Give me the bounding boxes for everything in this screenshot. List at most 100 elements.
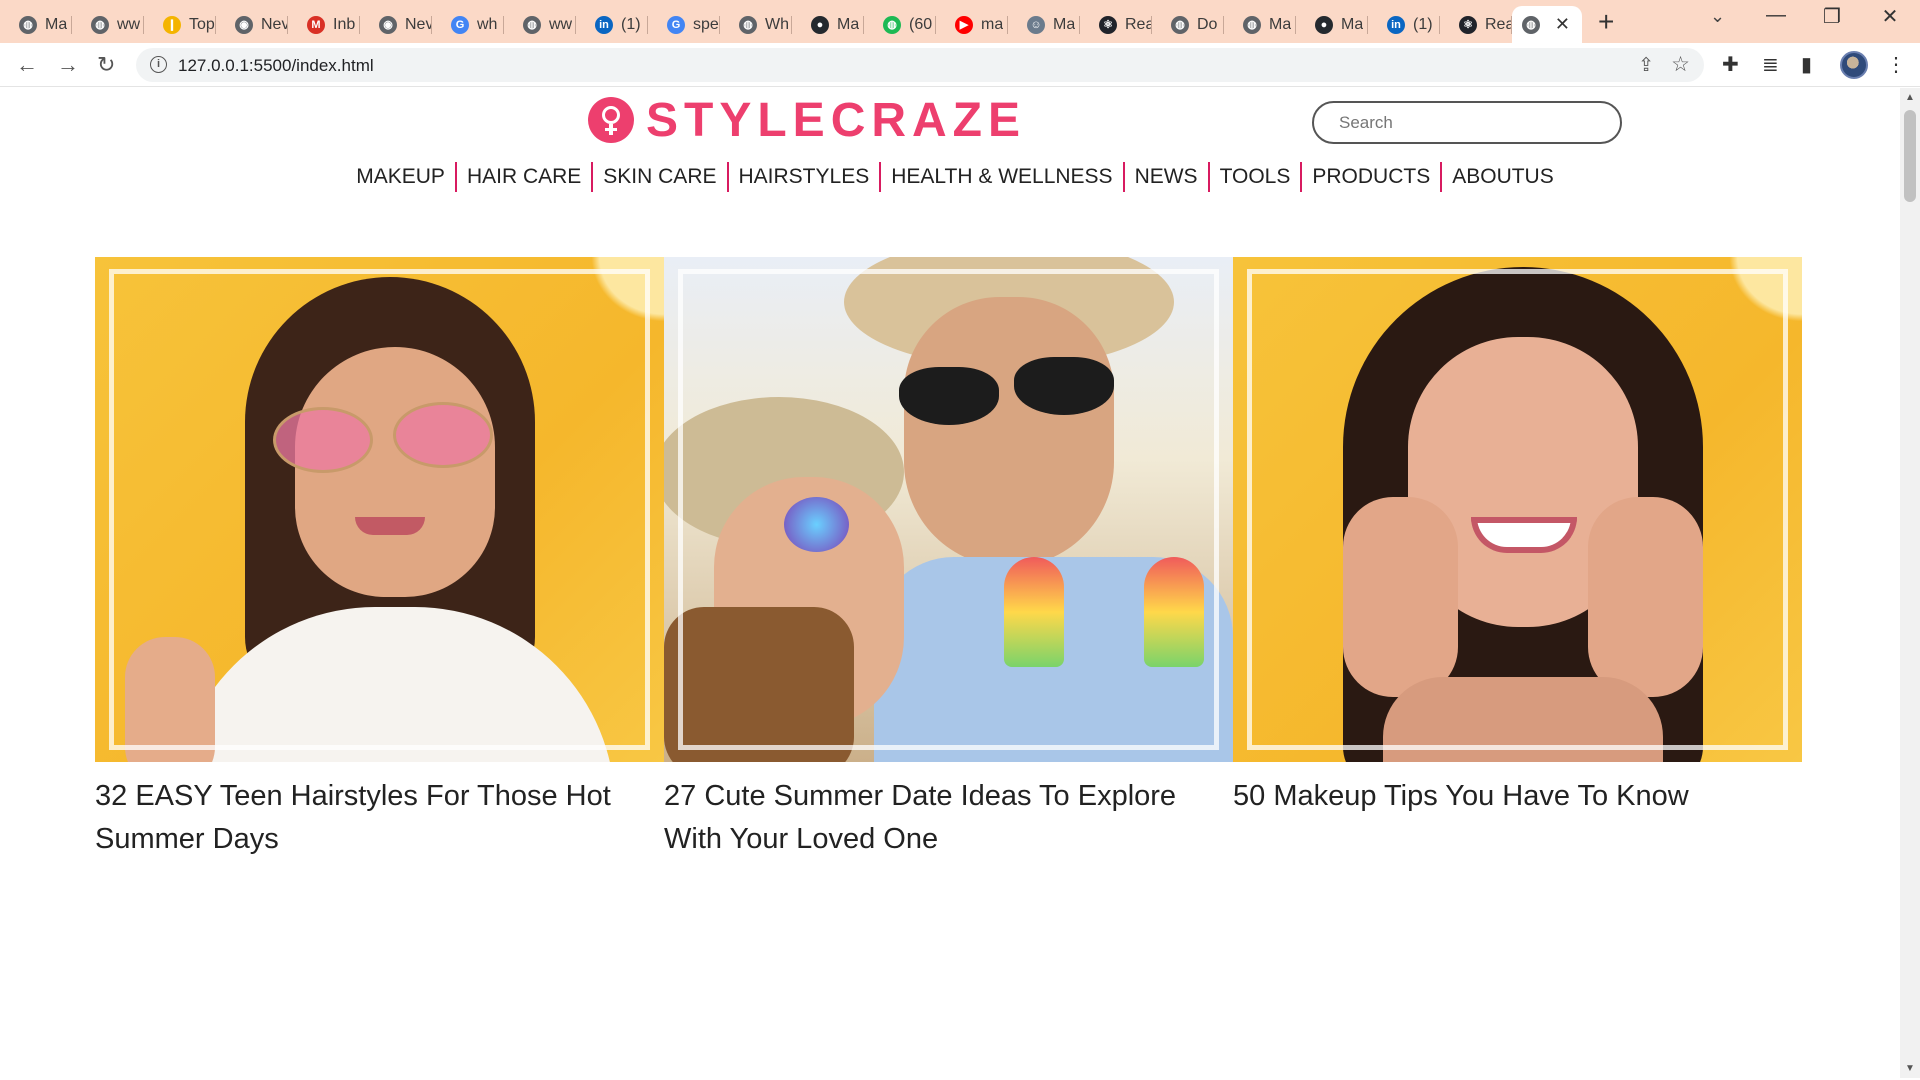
logo-text: STYLECRAZE: [646, 93, 1027, 147]
bookmark-star-icon[interactable]: ☆: [1671, 52, 1690, 77]
browser-tab[interactable]: ◍ Do: [1152, 6, 1224, 43]
article-title[interactable]: 50 Makeup Tips You Have To Know: [1233, 775, 1802, 818]
main-nav: MAKEUP HAIR CARE SKIN CARE HAIRSTYLES HE…: [0, 162, 1900, 192]
extensions-icon[interactable]: ✚: [1722, 52, 1739, 77]
browser-tab[interactable]: in (1): [1368, 6, 1440, 43]
back-button[interactable]: ←: [16, 52, 38, 78]
page-scrollbar[interactable]: ▲ ▼: [1900, 88, 1920, 1078]
browser-tab[interactable]: M Inb: [288, 6, 360, 43]
web-page: STYLECRAZE MAKEUP HAIR CARE SKIN CARE HA…: [0, 88, 1900, 1078]
article-title[interactable]: 27 Cute Summer Date Ideas To Explore Wit…: [664, 775, 1233, 861]
browser-tab[interactable]: ☺ Ma: [1008, 6, 1080, 43]
tab-label: ww: [549, 15, 573, 33]
close-window-button[interactable]: ✕: [1862, 4, 1918, 29]
nav-item-products[interactable]: PRODUCTS: [1300, 162, 1440, 192]
google-icon: G: [667, 15, 685, 34]
nav-item-aboutus[interactable]: ABOUTUS: [1440, 162, 1564, 192]
browser-tab[interactable]: ● Ma: [1296, 6, 1368, 43]
share-icon[interactable]: ⇪: [1638, 54, 1654, 77]
site-logo[interactable]: STYLECRAZE: [588, 93, 1027, 147]
couple-ice-cream-photo[interactable]: [664, 257, 1233, 762]
tab-label: (60: [909, 15, 933, 33]
tab-label: Ma: [1269, 15, 1292, 33]
browser-tab[interactable]: ◉ Nev: [360, 6, 432, 43]
article-card[interactable]: 32 EASY Teen Hairstyles For Those Hot Su…: [95, 257, 664, 861]
browser-tab[interactable]: ❙ Top: [144, 6, 216, 43]
nav-item-health-wellness[interactable]: HEALTH & WELLNESS: [879, 162, 1122, 192]
search-input[interactable]: [1312, 101, 1622, 144]
browser-tab[interactable]: ◍ (60: [864, 6, 936, 43]
site-info-icon[interactable]: i: [150, 56, 167, 73]
nav-item-tools[interactable]: TOOLS: [1207, 162, 1301, 192]
tab-label: (1): [621, 15, 641, 33]
minimize-button[interactable]: —: [1748, 4, 1804, 27]
tab-label: Wh: [765, 15, 789, 33]
reload-button[interactable]: ↻: [97, 52, 115, 78]
tab-label: (1): [1413, 15, 1433, 33]
linkedin-icon: in: [1387, 15, 1405, 34]
browser-tab[interactable]: ◍ Ma: [0, 6, 72, 43]
tab-label: Inb: [333, 15, 356, 33]
female-symbol-icon: [588, 97, 634, 143]
react-icon: ⚛: [1459, 15, 1477, 34]
new-tab-button[interactable]: +: [1598, 6, 1614, 38]
browser-tab[interactable]: ⚛ Rea: [1080, 6, 1152, 43]
chrome-icon: ◉: [379, 15, 397, 34]
browser-tab[interactable]: in (1): [576, 6, 648, 43]
react-icon: ⚛: [1099, 15, 1117, 34]
scroll-down-icon[interactable]: ▼: [1905, 1063, 1915, 1074]
browser-tab[interactable]: ⚛ Rea: [1440, 6, 1512, 43]
side-panel-icon[interactable]: ▮: [1801, 52, 1812, 77]
browser-tab[interactable]: ◉ Nev: [216, 6, 288, 43]
article-cards: 32 EASY Teen Hairstyles For Those Hot Su…: [95, 257, 1802, 861]
browser-tab[interactable]: Gwh: [432, 6, 504, 43]
close-tab-icon[interactable]: ✕: [1555, 14, 1570, 35]
globe-icon: ◍: [739, 15, 757, 34]
menu-kebab-icon[interactable]: ⋮: [1886, 52, 1906, 77]
browser-tab[interactable]: ◍ Wh: [720, 6, 792, 43]
tab-label: Ma: [1341, 15, 1364, 33]
url-text[interactable]: 127.0.0.1:5500/index.html: [178, 56, 374, 76]
active-tab[interactable]: ◍ ✕: [1512, 6, 1582, 43]
browser-tab[interactable]: ● Ma: [792, 6, 864, 43]
tab-label: spe: [693, 15, 719, 33]
browser-tab[interactable]: ◍ Ma: [1224, 6, 1296, 43]
tab-label: Rea: [1125, 15, 1152, 33]
restore-button[interactable]: ❐: [1804, 4, 1860, 29]
nav-item-skin-care[interactable]: SKIN CARE: [591, 162, 726, 192]
article-card[interactable]: 27 Cute Summer Date Ideas To Explore Wit…: [664, 257, 1233, 861]
github-icon: ●: [811, 15, 829, 34]
address-bar[interactable]: i 127.0.0.1:5500/index.html ⇪ ☆: [136, 48, 1704, 82]
tab-label: Nev: [405, 15, 432, 33]
globe-icon: ◍: [1171, 15, 1189, 34]
browser-tab[interactable]: Gspe: [648, 6, 720, 43]
profile-avatar[interactable]: [1840, 51, 1868, 79]
nav-item-makeup[interactable]: MAKEUP: [346, 162, 455, 192]
teen-girl-photo[interactable]: [95, 257, 664, 762]
browser-toolbar: ← → ↻ i 127.0.0.1:5500/index.html ⇪ ☆ ✚ …: [0, 43, 1920, 87]
article-title[interactable]: 32 EASY Teen Hairstyles For Those Hot Su…: [95, 775, 664, 861]
youtube-icon: ▶: [955, 15, 973, 34]
browser-tab[interactable]: ◍ ww: [72, 6, 144, 43]
tab-label: Top: [189, 15, 215, 33]
browser-tab[interactable]: ◍ ww: [504, 6, 576, 43]
nav-item-news[interactable]: NEWS: [1122, 162, 1208, 192]
avatar-icon: ☺: [1027, 15, 1045, 34]
globe-icon: ◍: [523, 15, 541, 34]
forward-button[interactable]: →: [57, 52, 79, 78]
tab-label: Nev: [261, 15, 288, 33]
nav-item-hairstyles[interactable]: HAIRSTYLES: [726, 162, 880, 192]
tab-label: Do: [1197, 15, 1218, 33]
scrollbar-thumb[interactable]: [1904, 110, 1916, 202]
scroll-up-icon[interactable]: ▲: [1905, 92, 1915, 103]
smiling-woman-photo[interactable]: [1233, 257, 1802, 762]
tab-label: ma: [981, 15, 1004, 33]
green-circle-icon: ◍: [883, 15, 901, 34]
tab-label: Ma: [45, 15, 68, 33]
nav-item-hair-care[interactable]: HAIR CARE: [454, 162, 591, 192]
tab-label: Ma: [837, 15, 860, 33]
article-card[interactable]: 50 Makeup Tips You Have To Know: [1233, 257, 1802, 861]
media-control-icon[interactable]: ≣: [1762, 52, 1779, 77]
browser-tab[interactable]: ▶ ma: [936, 6, 1008, 43]
tab-search-chevron-icon[interactable]: ⌄: [1710, 6, 1725, 27]
